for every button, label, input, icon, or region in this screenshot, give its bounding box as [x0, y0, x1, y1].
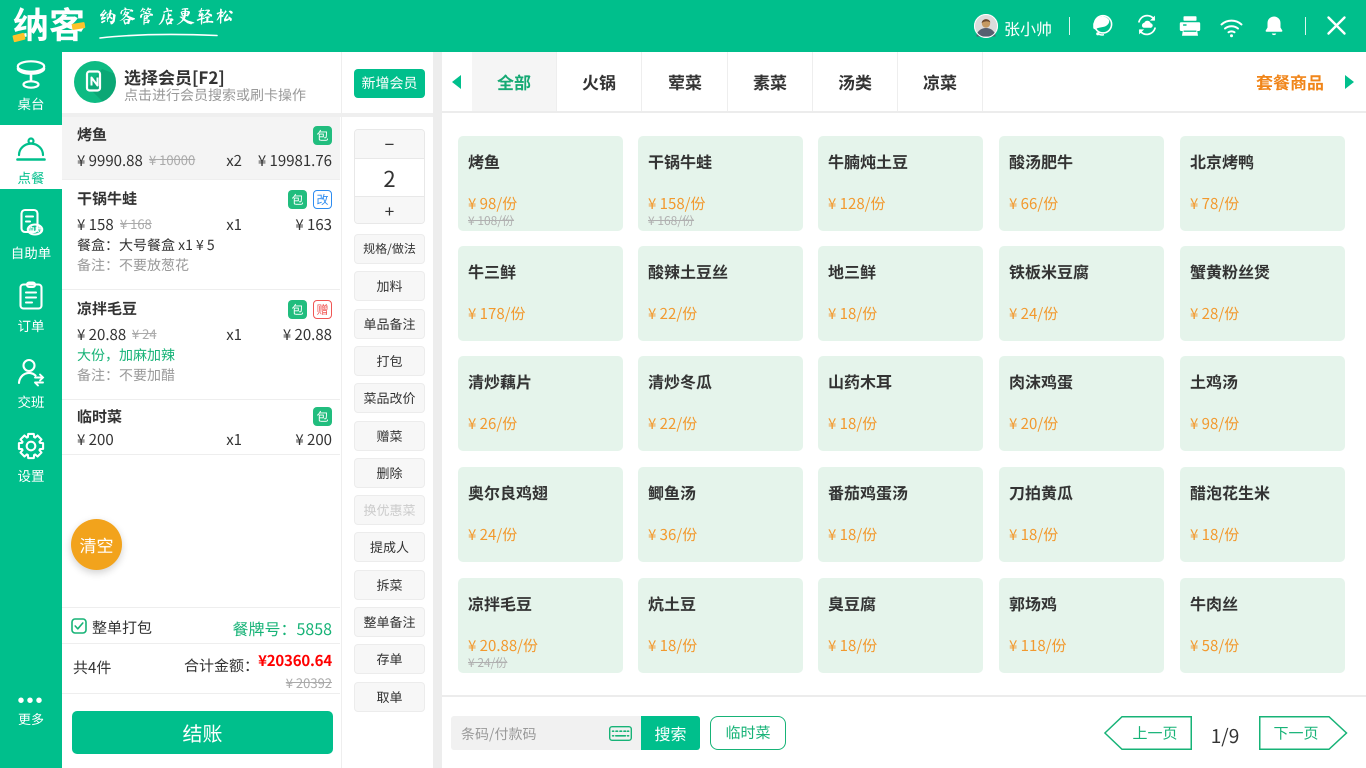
- svg-text:上一页: 上一页: [1132, 723, 1177, 744]
- svg-text:自助: 自助: [29, 224, 43, 234]
- svg-text:下一页: 下一页: [1273, 723, 1318, 744]
